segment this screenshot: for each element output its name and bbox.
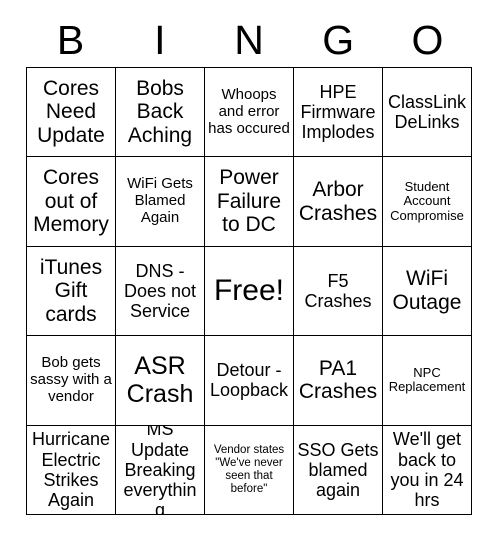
bingo-header-row: B I N G O [26,14,472,67]
bingo-cell-label: Free! [213,274,285,308]
bingo-header-letter-i: I [154,17,166,63]
bingo-cell-label: WiFi Outage [392,267,462,314]
bingo-cell-label: F5 Crashes [304,270,372,311]
bingo-cell[interactable]: Cores Need Update [27,68,116,158]
bingo-cell-label: SSO Gets blamed again [297,439,379,500]
bingo-cell[interactable]: NPC Replacement [383,336,472,426]
bingo-cell-label: DNS - Does not Service [123,260,197,322]
bingo-cell[interactable]: ClassLink DeLinks [383,68,472,158]
bingo-cell-label: iTunes Gift cards [39,255,103,326]
bingo-header-letter-o: O [411,17,444,63]
bingo-cell[interactable]: Bobs Back Aching [116,68,205,158]
bingo-header-letter-g: G [322,17,355,63]
bingo-cell[interactable]: F5 Crashes [294,246,383,337]
bingo-cell[interactable]: Vendor states "We've never seen that bef… [205,425,294,515]
bingo-header-letter-b: B [56,17,85,63]
bingo-cell-label: WiFi Gets Blamed Again [127,175,193,226]
bingo-cell-label: Whoops and error has occured [208,86,290,137]
bingo-cell-label: Arbor Crashes [298,178,378,225]
bingo-cell-label: MS Update Breaking everything [123,425,197,515]
bingo-cell[interactable]: SSO Gets blamed again [294,425,383,515]
bingo-cell-label: PA1 Crashes [298,356,378,404]
bingo-card: B I N G O Cores Need Update Bobs Back Ach… [0,0,500,544]
bingo-cell[interactable]: MS Update Breaking everything [116,425,205,515]
bingo-cell[interactable]: ASR Crash [116,336,205,426]
bingo-cell-label: Detour - Loopback [209,360,289,401]
bingo-cell[interactable]: Bob gets sassy with a vendor [27,336,116,426]
bingo-cell-label: Power Failure to DC [216,166,282,237]
bingo-cell-label: ClassLink DeLinks [387,92,467,133]
bingo-cell[interactable]: Power Failure to DC [205,157,294,247]
bingo-cell-label: We'll get back to you in 24 hrs [390,429,464,510]
bingo-cell-label: ASR Crash [126,352,194,409]
bingo-cell[interactable]: DNS - Does not Service [116,246,205,337]
bingo-cell[interactable]: Whoops and error has occured [205,68,294,158]
bingo-cell-label: Cores out of Memory [33,166,109,237]
bingo-cell[interactable]: Detour - Loopback [205,336,294,426]
bingo-cell-label: Vendor states "We've never seen that bef… [213,444,285,495]
bingo-cell-label: Bob gets sassy with a vendor [30,354,112,405]
bingo-cell[interactable]: We'll get back to you in 24 hrs [383,425,472,515]
bingo-cell-label: Student Account Compromise [390,178,464,223]
bingo-cell[interactable]: PA1 Crashes [294,336,383,426]
bingo-cell[interactable]: Hurricane Electric Strikes Again [27,425,116,515]
bingo-cell[interactable]: WiFi Gets Blamed Again [116,157,205,247]
bingo-cell[interactable]: Student Account Compromise [383,157,472,247]
bingo-cell[interactable]: HPE Firmware Implodes [294,68,383,158]
bingo-cell-label: Hurricane Electric Strikes Again [31,429,111,510]
bingo-cell-label: HPE Firmware Implodes [300,81,376,143]
bingo-free-space[interactable]: Free! [205,246,294,337]
bingo-header-letter-n: N [234,17,264,63]
bingo-cell[interactable]: WiFi Outage [383,246,472,337]
bingo-cell-label: Bobs Back Aching [127,76,193,147]
bingo-grid: Cores Need Update Bobs Back Aching Whoops … [26,67,472,515]
bingo-cell[interactable]: Arbor Crashes [294,157,383,247]
bingo-cell[interactable]: iTunes Gift cards [27,246,116,337]
bingo-cell-label: Cores Need Update [37,76,105,147]
bingo-cell-label: NPC Replacement [388,364,466,395]
bingo-cell[interactable]: Cores out of Memory [27,157,116,247]
